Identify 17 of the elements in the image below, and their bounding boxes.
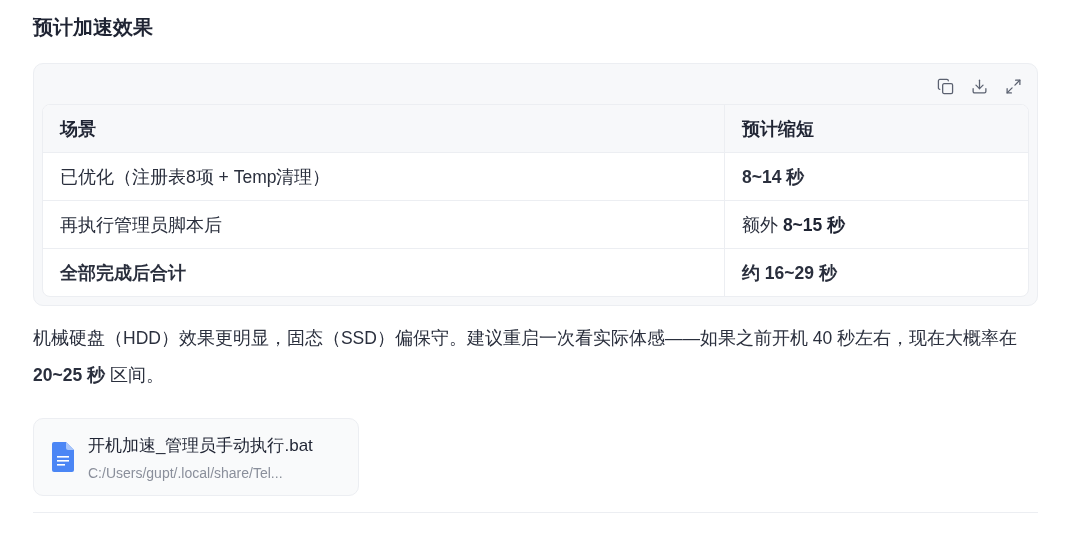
column-header: 场景 — [43, 105, 725, 153]
column-header: 预计缩短 — [725, 105, 1028, 153]
document-icon — [52, 442, 74, 472]
table-cell: 8~14 秒 — [725, 153, 1028, 201]
copy-icon[interactable] — [935, 76, 955, 96]
file-path: C:/Users/gupt/.local/share/Tel... — [88, 464, 284, 481]
table-cell: 额外 8~15 秒 — [725, 201, 1028, 249]
summary-paragraph: 机械硬盘（HDD）效果更明显，固态（SSD）偏保守。建议重启一次看实际体感——如果之前开机 40 秒左右，现在大概率在 20~25 秒 区间。 — [33, 327, 1019, 387]
table-cell: 再执行管理员脚本后 — [43, 201, 725, 249]
section-heading: 预计加速效果 — [33, 15, 154, 40]
table-cell-text: 约 16~29 秒 — [740, 261, 838, 285]
file-name: 开机加速_管理员手动执行.bat — [88, 434, 313, 457]
table-cell: 全部完成后合计 — [43, 249, 725, 296]
file-attachment[interactable]: 开机加速_管理员手动执行.bat C:/Users/gupt/.local/share/Tel... — [33, 418, 359, 496]
expand-icon[interactable] — [1003, 76, 1023, 96]
download-icon[interactable] — [969, 76, 989, 96]
table-cell: 已优化（注册表8项 + Temp清理） — [43, 153, 725, 201]
